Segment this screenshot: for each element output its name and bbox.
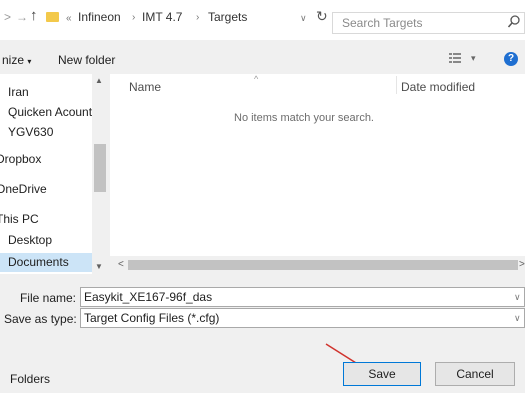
breadcrumb-separator: «: [66, 13, 72, 24]
column-header-name[interactable]: Name: [129, 80, 161, 94]
scroll-up-icon[interactable]: ▲: [95, 76, 103, 85]
nav-item-desktop[interactable]: Desktop: [8, 233, 52, 247]
file-name-label: File name:: [19, 291, 76, 305]
help-icon[interactable]: ?: [504, 52, 518, 66]
breadcrumb-separator: ›: [132, 12, 136, 23]
column-header-date-modified[interactable]: Date modified: [401, 80, 475, 94]
scroll-down-icon[interactable]: ▼: [95, 262, 103, 271]
up-arrow-icon[interactable]: ↑: [30, 7, 38, 24]
empty-message: No items match your search.: [234, 112, 374, 124]
horizontal-scrollbar-thumb[interactable]: [128, 260, 518, 270]
breadcrumb-item[interactable]: Infineon: [78, 10, 121, 24]
search-icon[interactable]: [507, 14, 521, 30]
folders-toggle[interactable]: Folders: [10, 372, 50, 386]
nav-item-documents[interactable]: Documents: [0, 253, 92, 272]
column-divider[interactable]: [396, 76, 397, 94]
view-options-icon[interactable]: [448, 52, 462, 65]
new-folder-button[interactable]: New folder: [58, 53, 115, 67]
breadcrumb-item[interactable]: Targets: [208, 10, 247, 24]
breadcrumb-separator: ›: [196, 12, 200, 23]
file-name-dropdown-icon[interactable]: ∨: [514, 292, 521, 303]
search-input[interactable]: Search Targets: [332, 12, 525, 34]
refresh-icon[interactable]: ↻: [316, 8, 328, 25]
address-dropdown-icon[interactable]: ∨: [300, 13, 307, 24]
back-arrow-icon[interactable]: >: [4, 10, 11, 24]
file-name-value: Easykit_XE167-96f_das: [84, 290, 213, 304]
organize-menu[interactable]: nize ▾: [2, 53, 31, 67]
nav-item-this-pc[interactable]: This PC: [0, 212, 39, 226]
nav-item-onedrive[interactable]: OneDrive: [0, 182, 47, 196]
file-list: [110, 74, 525, 256]
save-as-type-select[interactable]: Target Config Files (*.cfg): [80, 308, 525, 328]
forward-arrow-icon[interactable]: →: [16, 10, 28, 24]
scroll-left-icon[interactable]: <: [118, 259, 124, 270]
save-as-type-value: Target Config Files (*.cfg): [84, 311, 220, 325]
search-placeholder: Search Targets: [342, 16, 423, 30]
save-as-type-dropdown-icon[interactable]: ∨: [514, 313, 521, 324]
organize-label: nize: [2, 53, 25, 67]
scroll-right-icon[interactable]: >: [519, 259, 525, 270]
folder-icon: [46, 12, 59, 22]
sort-indicator-icon: ^: [254, 74, 259, 84]
file-name-field[interactable]: Easykit_XE167-96f_das: [80, 287, 525, 307]
nav-scrollbar-thumb[interactable]: [94, 144, 106, 192]
breadcrumb-item[interactable]: IMT 4.7: [142, 10, 182, 24]
nav-item-quicken[interactable]: Quicken Acounts: [8, 105, 98, 119]
save-as-type-label: Save as type:: [4, 312, 77, 326]
view-dropdown-icon[interactable]: ▾: [471, 53, 476, 64]
nav-item-dropbox[interactable]: Dropbox: [0, 152, 41, 166]
nav-item-ygv630[interactable]: YGV630: [8, 125, 53, 139]
nav-item-documents-label: Documents: [8, 255, 69, 269]
cancel-button[interactable]: Cancel: [435, 362, 515, 386]
nav-item-iran[interactable]: Iran: [8, 85, 29, 99]
save-button[interactable]: Save: [343, 362, 421, 386]
